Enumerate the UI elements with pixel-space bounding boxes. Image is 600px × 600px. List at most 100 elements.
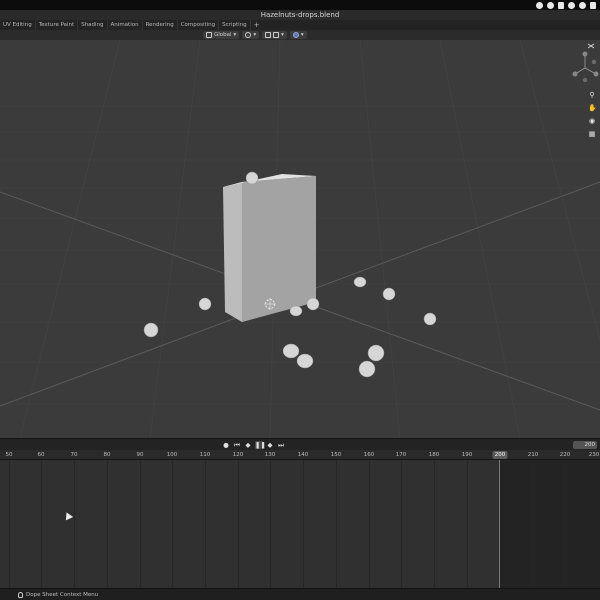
orientation-icon [206, 32, 212, 38]
frame-gridline [41, 460, 42, 588]
cloud-icon[interactable] [547, 1, 554, 9]
tab-compositing[interactable]: Compositing [178, 20, 220, 30]
frame-gridline [107, 460, 108, 588]
frame-gridline [140, 460, 141, 588]
window-title-bar: Hazelnuts-drops.blend [0, 10, 600, 20]
frame-ruler[interactable]: 50 60 70 80 90 100 110 120 130 140 150 1… [0, 450, 600, 460]
ruler-tick: 170 [395, 452, 407, 458]
hazelnut[interactable] [245, 171, 259, 185]
chevron-down-icon: ▾ [281, 32, 284, 38]
mouse-icon [18, 592, 23, 598]
system-top-bar [0, 0, 600, 10]
ruler-tick: 160 [363, 452, 375, 458]
volume-icon[interactable] [579, 1, 586, 9]
dope-sheet-area[interactable] [0, 460, 600, 588]
zoom-icon[interactable]: ⚲ [588, 91, 596, 99]
tab-shading[interactable]: Shading [78, 20, 108, 30]
frame-gridline [303, 460, 304, 588]
hazelnut[interactable] [423, 312, 437, 326]
transform-orientation-dropdown[interactable]: Global ▾ [203, 31, 240, 39]
record-icon[interactable] [536, 1, 543, 9]
hazelnut[interactable] [296, 353, 314, 369]
tab-texture-paint[interactable]: Texture Paint [36, 20, 79, 30]
ruler-tick: 60 [37, 452, 45, 458]
frame-gridline [369, 460, 370, 588]
3d-viewport[interactable]: ⚲ ✋ ◉ ▦ [0, 40, 600, 438]
tab-animation[interactable]: Animation [108, 20, 143, 30]
timeline-header: ● ⏮ ◆ ❚❚ ◆ ⏭ 200 [0, 438, 600, 450]
frame-gridline [336, 460, 337, 588]
grid-view-icon[interactable]: ▦ [588, 130, 596, 138]
chevron-down-icon: ▾ [253, 32, 257, 38]
ruler-tick: 90 [136, 452, 144, 458]
tab-uv-editing[interactable]: UV Editing [0, 20, 36, 30]
workspace-tabs: UV Editing Texture Paint Shading Animati… [0, 20, 600, 30]
playhead[interactable] [499, 460, 500, 588]
hazelnut[interactable] [358, 360, 376, 378]
previous-keyframe-icon[interactable]: ◆ [244, 441, 252, 449]
viewport-header: Global ▾ ▾ ▾ ▾ [0, 30, 600, 40]
status-context-text: Dope Sheet Context Menu [26, 592, 99, 598]
ruler-tick: 180 [428, 452, 440, 458]
frame-gridline [533, 460, 534, 588]
hazelnut[interactable] [306, 297, 320, 311]
frame-gridline [565, 460, 566, 588]
hazelnut[interactable] [143, 322, 159, 338]
frame-gridline [9, 460, 10, 588]
playback-controls: ● ⏮ ◆ ❚❚ ◆ ⏭ [222, 441, 285, 449]
ruler-tick: 120 [232, 452, 244, 458]
hand-pan-icon[interactable]: ✋ [588, 104, 597, 112]
hazelnut[interactable] [382, 287, 396, 301]
camera-icon[interactable]: ◉ [588, 117, 596, 125]
viewport-navigation-buttons: ⚲ ✋ ◉ ▦ [570, 40, 600, 438]
frame-gridline [172, 460, 173, 588]
network-icon[interactable] [568, 1, 575, 9]
proportional-edit-toggle[interactable]: ▾ [289, 31, 307, 39]
chevron-down-icon: ▾ [233, 32, 237, 38]
tab-rendering[interactable]: Rendering [143, 20, 178, 30]
frame-gridline [205, 460, 206, 588]
hazelnut[interactable] [289, 305, 303, 317]
snap-dropdown[interactable]: ▾ [262, 31, 287, 39]
pause-icon[interactable]: ❚❚ [255, 441, 266, 449]
ruler-tick: 150 [330, 452, 342, 458]
ruler-tick: 140 [297, 452, 309, 458]
jump-to-end-icon[interactable]: ⏭ [277, 441, 285, 449]
viewport-canvas[interactable] [0, 40, 600, 438]
ruler-tick: 110 [199, 452, 211, 458]
hazelnut[interactable] [198, 297, 212, 311]
snap-icon [265, 32, 272, 38]
pivot-icon [245, 32, 252, 38]
ruler-tick: 50 [5, 452, 13, 458]
menu-icon[interactable] [590, 1, 596, 9]
window-title: Hazelnuts-drops.blend [260, 11, 340, 19]
snap-target-icon [273, 32, 280, 38]
ruler-tick: 190 [461, 452, 473, 458]
ruler-tick: 130 [264, 452, 276, 458]
ruler-tick: 230 [588, 452, 600, 458]
frame-gridline [238, 460, 239, 588]
transform-orientation-label: Global [214, 32, 232, 38]
proportional-edit-icon [292, 32, 299, 38]
jump-to-start-icon[interactable]: ⏮ [233, 441, 241, 449]
box-object[interactable] [223, 174, 316, 322]
hazelnut[interactable] [367, 344, 385, 362]
ruler-tick: 70 [70, 452, 78, 458]
hazelnut[interactable] [353, 276, 367, 288]
hazelnut[interactable] [282, 343, 300, 359]
current-frame-indicator[interactable]: 200 [492, 451, 508, 459]
ruler-tick: 210 [527, 452, 539, 458]
chevron-down-icon: ▾ [300, 32, 304, 38]
record-keyframe-icon[interactable]: ● [222, 441, 230, 449]
status-bar: Dope Sheet Context Menu [0, 588, 600, 600]
next-keyframe-icon[interactable]: ◆ [266, 441, 274, 449]
ruler-tick: 80 [103, 452, 111, 458]
ruler-tick: 100 [166, 452, 178, 458]
frame-gridline [74, 460, 75, 588]
battery-icon[interactable] [558, 1, 564, 9]
tab-scripting[interactable]: Scripting [219, 20, 251, 30]
end-frame-field[interactable]: 200 [573, 441, 597, 449]
add-workspace-button[interactable]: + [251, 20, 263, 30]
pivot-point-dropdown[interactable]: ▾ [242, 31, 260, 39]
frame-gridline [401, 460, 402, 588]
